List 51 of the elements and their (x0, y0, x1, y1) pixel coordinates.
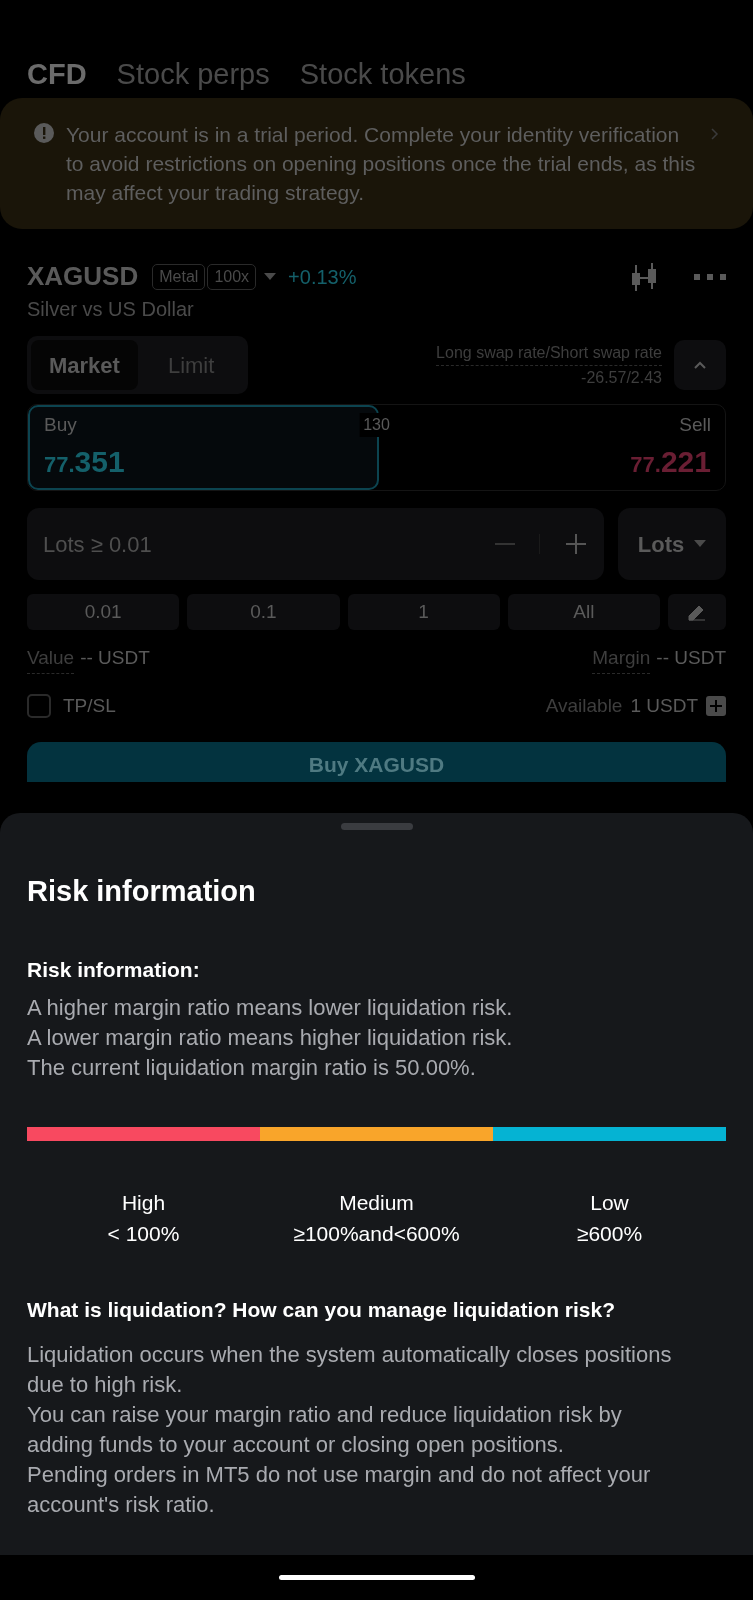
risk-description: A higher margin ratio means lower liquidation risk. A lower margin ratio means higher liquidation risk. The current liquidation margin ratio is 50.00%. (27, 994, 514, 1082)
plus-icon[interactable] (566, 534, 586, 554)
symbol-tag: 100x (207, 263, 257, 290)
lot-preset-button[interactable]: 0.01 (27, 594, 180, 630)
value-label[interactable]: Value (27, 644, 75, 674)
lot-preset-button[interactable]: 0.1 (187, 594, 340, 630)
available-amount: 1 USDT (630, 693, 698, 718)
add-funds-icon[interactable] (706, 695, 726, 716)
margin-label[interactable]: Margin (592, 644, 651, 674)
buy-submit-button[interactable]: Buy XAGUSD (27, 742, 726, 782)
lots-field[interactable]: Lots ≥ 0.01 (27, 508, 604, 580)
chevron-up-icon (694, 361, 706, 369)
symbol-subtitle: Silver vs US Dollar (27, 297, 195, 322)
more-icon[interactable] (694, 272, 726, 281)
tpsl-checkbox[interactable] (27, 693, 51, 718)
symbol-tag: Metal (152, 263, 206, 290)
category-tab[interactable]: Stock perps (116, 52, 270, 96)
symbol-title: XAGUSD (27, 260, 139, 293)
drag-handle[interactable] (340, 823, 413, 830)
order-type-tab[interactable]: Market (31, 340, 138, 390)
edit-button[interactable] (668, 594, 726, 630)
section-heading: What is liquidation? How can you manage liquidation risk? (27, 1297, 617, 1323)
margin-amount: -- USDT (656, 646, 726, 670)
notice-text: Your account is in a trial period. Complete your identity verification to avoid restrictions on opening positions once the trial ends, as this may affect your trading strategy. (66, 122, 697, 206)
available-label: Available (545, 693, 623, 718)
warning-icon (34, 123, 54, 143)
value-amount: -- USDT (80, 646, 150, 670)
risk-level-range: ≥100%and<600% (293, 1221, 460, 1247)
lots-input[interactable]: Lots ≥ 0.01 (43, 527, 495, 561)
swap-rate-value: -26.57/2.43 (581, 367, 662, 388)
risk-level-name: High (121, 1190, 166, 1216)
category-tab[interactable]: Stock tokens (299, 52, 466, 96)
tpsl-label: TP/SL (63, 693, 116, 718)
pencil-icon (687, 603, 707, 621)
price-change: +0.13% (288, 264, 357, 290)
category-tab[interactable]: CFD (27, 52, 87, 96)
lot-preset-button[interactable]: All (507, 594, 660, 630)
liquidation-description: Liquidation occurs when the system automatically closes positions due to high risk. You can raise your margin ratio and reduce liquidation risk by adding funds to your account or closing open positions. Pending orders in MT5 do not use margin and do not affect your account's risk ratio. (27, 1340, 673, 1519)
risk-level-name: Medium (339, 1190, 414, 1216)
risk-level-range: < 100% (107, 1221, 180, 1247)
risk-level-range: ≥600% (576, 1221, 643, 1247)
risk-level-name: Low (590, 1190, 629, 1216)
sheet-title: Risk information (27, 874, 257, 909)
swap-rate-label[interactable]: Long swap rate/Short swap rate (436, 340, 662, 366)
trial-notice[interactable]: Your account is in a trial period. Complete your identity verification to avoid restrictions on opening positions once the trial ends, as this may affect your trading strategy. (0, 98, 753, 229)
unit-dropdown[interactable]: Lots (618, 508, 726, 580)
caret-down-icon[interactable] (264, 272, 277, 281)
caret-down-icon (694, 540, 707, 548)
chevron-right-icon (711, 128, 719, 140)
lot-preset-button[interactable]: 1 (347, 594, 500, 630)
section-heading: Risk information: (27, 956, 201, 983)
